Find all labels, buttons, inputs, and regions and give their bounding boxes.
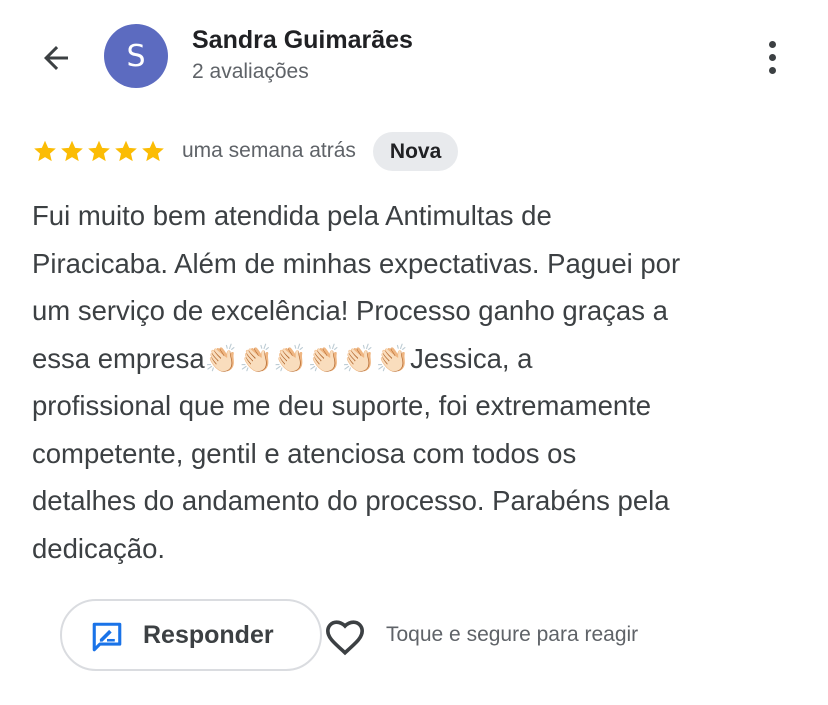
new-badge: Nova [372, 131, 459, 171]
arrow-back-icon [44, 46, 68, 70]
review-date: uma semana atrás [182, 139, 356, 162]
react-button[interactable] [322, 614, 368, 656]
react-hint: Toque e segure para reagir [386, 623, 639, 646]
star-icon [115, 140, 137, 162]
reply-button[interactable]: Responder [60, 599, 322, 671]
star-icon [142, 140, 164, 162]
user-name[interactable]: Sandra Guimarães [192, 26, 413, 55]
user-review-count: 2 avaliações [192, 60, 309, 83]
reply-edit-icon [92, 622, 122, 652]
more-vert-icon [768, 40, 776, 48]
avatar[interactable]: S [104, 24, 168, 88]
review-header: S Sandra Guimarães 2 avaliações [0, 0, 828, 110]
star-icon [61, 140, 83, 162]
heart-icon [326, 620, 364, 656]
star-icon [34, 140, 56, 162]
star-rating [32, 138, 166, 164]
review-text: Fui muito bem atendida pela Antimultas d… [32, 200, 681, 564]
star-icon [88, 140, 110, 162]
back-button[interactable] [30, 32, 82, 84]
avatar-letter: S [126, 38, 146, 74]
reply-label: Responder [143, 621, 274, 649]
more-options-button[interactable] [750, 32, 794, 82]
review-meta: uma semana atrás Nova [32, 131, 459, 171]
